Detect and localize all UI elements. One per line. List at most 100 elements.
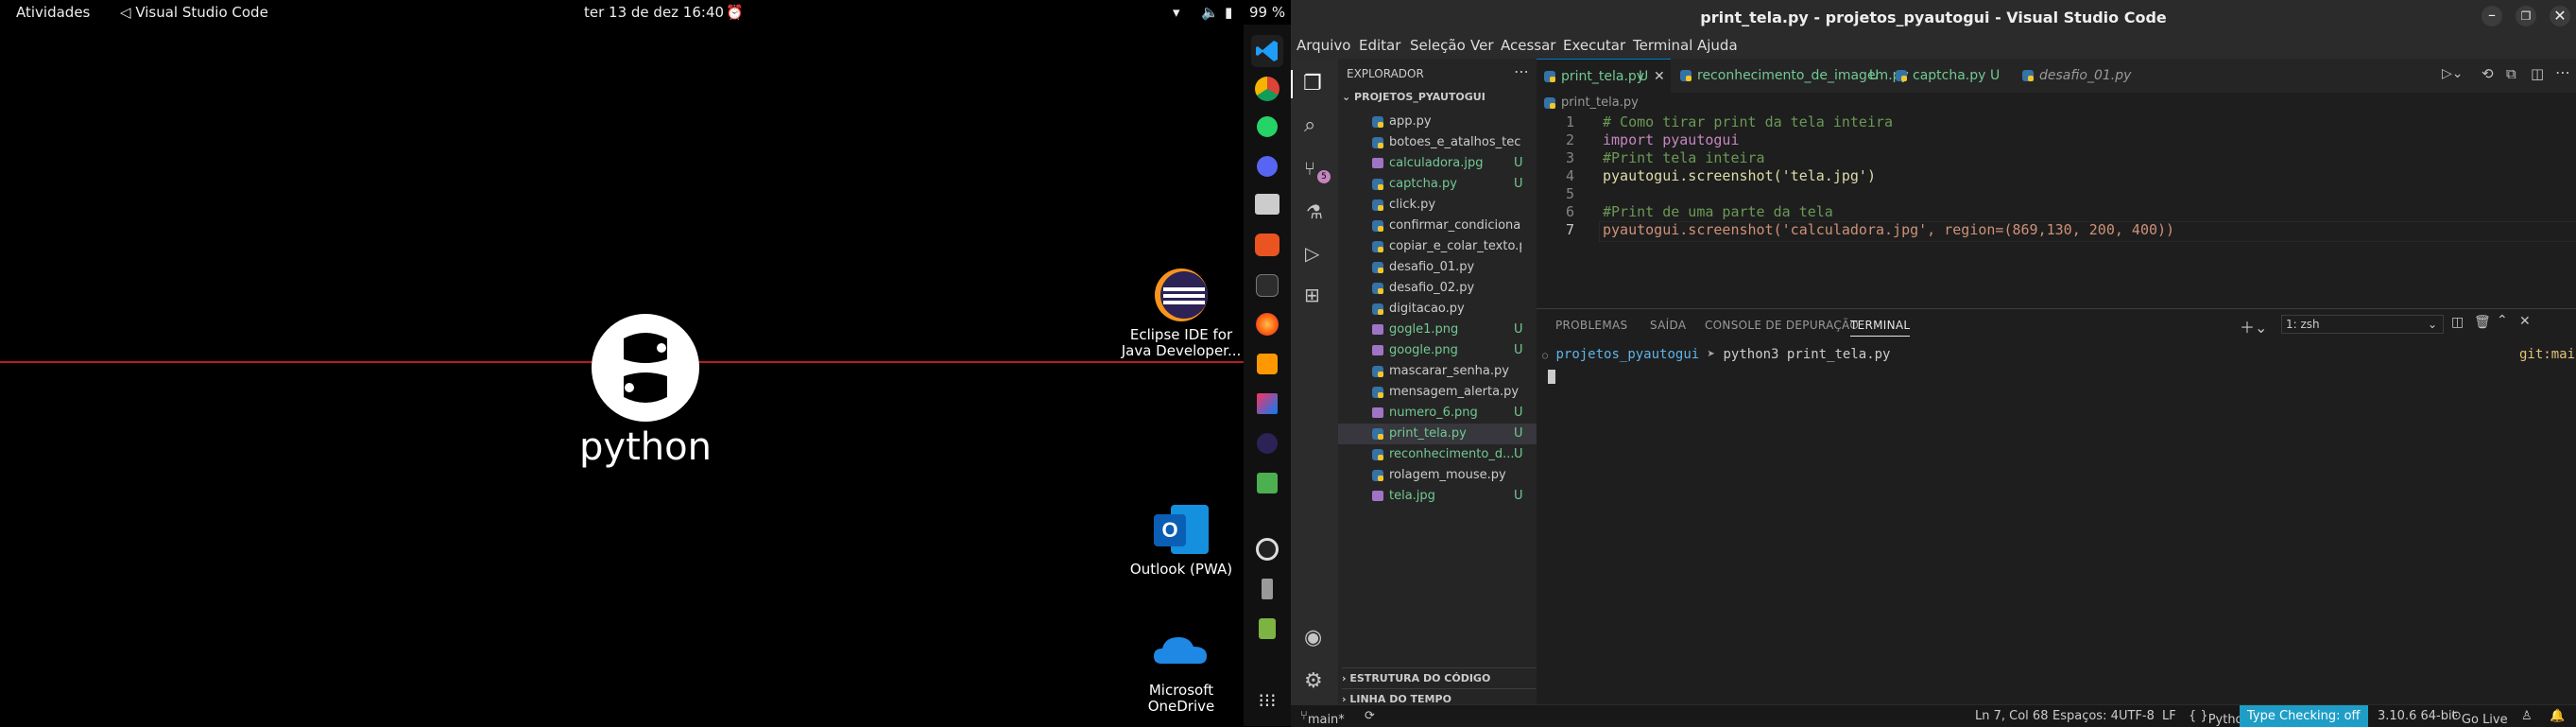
wifi-icon[interactable]: ▾ xyxy=(1173,4,1180,21)
tab-print-tela[interactable]: print_tela.py U ✕ xyxy=(1537,59,1671,94)
split-editor-icon[interactable]: ◫ xyxy=(2531,65,2544,82)
file-tree-item[interactable]: tela.jpg U xyxy=(1338,486,1537,507)
close-tab-icon[interactable]: ✕ xyxy=(1654,60,1665,94)
menu-terminal[interactable]: Terminal xyxy=(1633,37,1692,54)
terminal-icon[interactable] xyxy=(1256,274,1279,297)
terminal-select[interactable]: 1: zsh ⌄ xyxy=(2281,315,2444,334)
file-tree-item[interactable]: print_tela.py U xyxy=(1338,424,1537,444)
file-tree-item[interactable]: calculadora.jpg U xyxy=(1338,153,1537,174)
clock[interactable]: ter 13 de dez 16:40 xyxy=(584,4,724,21)
breadcrumb-file[interactable]: print_tela.py xyxy=(1561,95,1639,110)
settings-gear-icon[interactable]: ⚙ xyxy=(1304,669,1323,693)
file-tree-item[interactable]: copiar_e_colar_texto.py xyxy=(1338,236,1537,257)
language-mode[interactable]: { } Python xyxy=(2189,709,2251,727)
close-panel-icon[interactable]: ✕ xyxy=(2519,314,2531,329)
type-checking-badge[interactable]: Type Checking: off xyxy=(2240,705,2368,727)
file-tree-item[interactable]: rolagem_mouse.py xyxy=(1338,465,1537,486)
terminal-line[interactable]: ○ projetos_pyautogui ➤ python3 print_tel… xyxy=(1542,347,1891,362)
usb-drive-icon[interactable] xyxy=(1262,579,1273,599)
sync-icon[interactable]: ⟳ xyxy=(1365,709,1375,723)
menu-ver[interactable]: Ver xyxy=(1470,37,1494,54)
menu-ajuda[interactable]: Ajuda xyxy=(1697,37,1738,54)
branch-indicator[interactable]: ⑂ main* xyxy=(1300,709,1345,727)
file-tree-item[interactable]: desafio_01.py xyxy=(1338,257,1537,278)
vscode-icon[interactable] xyxy=(1251,35,1283,67)
file-tree-item[interactable]: captcha.py U xyxy=(1338,174,1537,195)
chrome-icon[interactable] xyxy=(1255,77,1279,101)
accounts-icon[interactable]: ♙ xyxy=(2521,709,2533,723)
kill-terminal-icon[interactable]: 🗑 xyxy=(2474,315,2491,330)
close-window-button[interactable]: ✕ xyxy=(2550,6,2570,26)
image-viewer-icon[interactable] xyxy=(1257,473,1278,493)
go-live-button[interactable]: ⊙ Go Live xyxy=(2451,709,2508,727)
app-grid-icon[interactable]: ⁝⁝⁝ xyxy=(1255,688,1279,713)
file-tree-item[interactable]: desafio_02.py xyxy=(1338,278,1537,299)
menu-arquivo[interactable]: Arquivo xyxy=(1297,37,1350,54)
battery-level[interactable]: 99 % xyxy=(1249,4,1285,21)
file-tree-item[interactable]: digitacao.py xyxy=(1338,299,1537,320)
menu-acessar[interactable]: Acessar xyxy=(1501,37,1555,54)
sublime-icon[interactable] xyxy=(1257,354,1278,374)
tab-debug-console[interactable]: CONSOLE DE DEPURAÇÃO xyxy=(1705,319,1859,332)
file-tree-item[interactable]: google.png U xyxy=(1338,340,1537,361)
notifications-icon[interactable]: 🔔 xyxy=(2550,709,2565,723)
file-tree-item[interactable]: click.py xyxy=(1338,195,1537,216)
tab-terminal[interactable]: TERMINAL xyxy=(1850,319,1911,337)
tab-reconhecimento[interactable]: reconhecimento_de_imagem.py U xyxy=(1673,59,1909,93)
battery-icon[interactable]: ▮ xyxy=(1225,4,1232,21)
code-editor[interactable]: 1 2 3 4 5 6 7 # Como tirar print da tela… xyxy=(1537,113,2576,303)
active-app-indicator[interactable]: ◁ Visual Studio Code xyxy=(120,4,268,21)
obs-icon[interactable] xyxy=(1256,538,1279,561)
firefox-icon[interactable] xyxy=(1256,313,1279,336)
maximize-panel-icon[interactable]: ⌃ xyxy=(2497,313,2508,328)
account-icon[interactable]: ◉ xyxy=(1304,626,1322,649)
tab-captcha[interactable]: captcha.py U xyxy=(1888,59,2013,93)
more-actions-icon[interactable]: ⋯ xyxy=(1514,62,1529,80)
desktop-icon-outlook[interactable]: O Outlook (PWA) xyxy=(1115,501,1247,578)
extensions-icon[interactable]: ⊞ xyxy=(1304,284,1320,306)
trash-icon[interactable] xyxy=(1259,618,1276,639)
activities-button[interactable]: Atividades xyxy=(16,4,90,21)
testing-icon[interactable]: ⚗ xyxy=(1306,200,1323,223)
outline-section[interactable]: › ESTRUTURA DO CÓDIGO xyxy=(1342,667,1537,684)
file-tree-item[interactable]: mascarar_senha.py xyxy=(1338,361,1537,382)
timeline-section[interactable]: › LINHA DO TEMPO xyxy=(1342,688,1537,705)
file-tree-item[interactable]: botoes_e_atalhos_tecla... xyxy=(1338,132,1537,153)
menu-editar[interactable]: Editar xyxy=(1359,37,1400,54)
cursor-position[interactable]: Ln 7, Col 68 xyxy=(1975,709,2048,723)
encoding[interactable]: UTF-8 xyxy=(2119,709,2155,723)
file-tree-item[interactable]: gogle1.png U xyxy=(1338,320,1537,340)
split-terminal-icon[interactable]: ◫ xyxy=(2451,315,2464,330)
explorer-icon[interactable]: ❐ xyxy=(1303,72,1322,95)
menu-executar[interactable]: Executar xyxy=(1563,37,1625,54)
volume-icon[interactable]: 🔈 xyxy=(1201,4,1219,21)
file-tree-item[interactable]: confirmar_condicional.py xyxy=(1338,216,1537,236)
desktop-icon-eclipse[interactable]: Eclipse IDE for Java Developer... xyxy=(1115,267,1247,359)
python-interpreter[interactable]: 3.10.6 64-bit xyxy=(2378,709,2457,723)
minimize-button[interactable]: – xyxy=(2482,6,2502,26)
tab-desafio-01[interactable]: desafio_01.py xyxy=(2015,59,2138,93)
history-icon[interactable]: ⟲ xyxy=(2482,65,2494,82)
run-debug-icon[interactable]: ▷ xyxy=(1305,242,1319,265)
file-tree-item[interactable]: mensagem_alerta.py xyxy=(1338,382,1537,403)
run-file-icon[interactable]: ▷⌄ xyxy=(2442,66,2464,81)
file-tree-item[interactable]: app.py xyxy=(1338,112,1537,132)
desktop-icon-onedrive[interactable]: Microsoft OneDrive xyxy=(1115,622,1247,715)
search-icon[interactable]: ⌕ xyxy=(1304,113,1315,137)
compare-icon[interactable]: ⧉ xyxy=(2506,65,2516,82)
eclipse-dock-icon[interactable] xyxy=(1257,433,1278,454)
file-tree-item[interactable]: numero_6.png U xyxy=(1338,403,1537,424)
indentation[interactable]: Espaços: 4 xyxy=(2052,709,2119,723)
end-of-line[interactable]: LF xyxy=(2162,709,2176,723)
discord-icon[interactable] xyxy=(1257,156,1278,177)
whatsapp-icon[interactable] xyxy=(1257,116,1278,137)
new-terminal-icon[interactable]: ＋⌄ xyxy=(2240,315,2267,338)
file-tree-item[interactable]: reconhecimento_d... U xyxy=(1338,444,1537,465)
source-control-icon[interactable]: ⑂ xyxy=(1304,157,1315,180)
editor-more-icon[interactable]: ⋯ xyxy=(2555,63,2570,81)
maximize-button[interactable]: ❐ xyxy=(2516,6,2536,26)
tab-output[interactable]: SAÍDA xyxy=(1650,319,1686,332)
software-icon[interactable] xyxy=(1255,234,1279,256)
intellij-icon[interactable] xyxy=(1257,393,1278,414)
menu-selecao[interactable]: Seleção xyxy=(1410,37,1466,54)
